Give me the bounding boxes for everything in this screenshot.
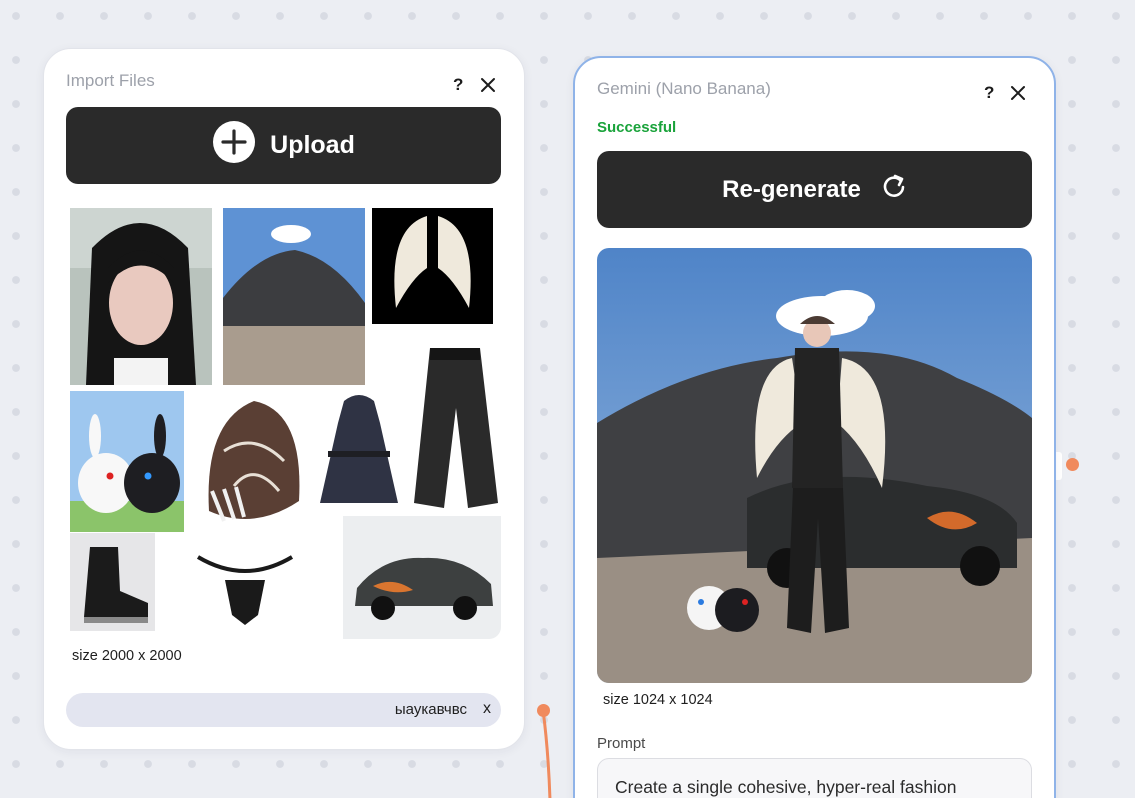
thumbnail-harness[interactable] xyxy=(190,545,300,630)
plus-icon xyxy=(212,120,256,171)
help-button[interactable]: ? xyxy=(984,83,994,103)
node-title: Import Files xyxy=(66,71,155,90)
prompt-textarea[interactable]: Create a single cohesive, hyper-real fas… xyxy=(597,758,1032,798)
tag-input[interactable]: ыаукавчвс x xyxy=(66,693,501,727)
thumbnail-car[interactable] xyxy=(343,516,501,639)
thumbnail-jacket[interactable] xyxy=(318,393,400,511)
upload-label: Upload xyxy=(270,131,355,159)
prompt-text: Create a single cohesive, hyper-real fas… xyxy=(615,777,957,797)
status-text: Successful xyxy=(597,119,677,136)
thumbnail-portrait[interactable] xyxy=(70,208,212,385)
thumbnail-boot[interactable] xyxy=(70,533,155,631)
result-size-label: size 1024 x 1024 xyxy=(603,692,713,708)
gemini-output-port[interactable] xyxy=(1066,458,1079,471)
tag-text: ыаукавчвс xyxy=(394,701,467,718)
regenerate-label: Re-generate xyxy=(722,175,861,203)
prompt-label: Prompt xyxy=(597,735,646,752)
thumbnail-cap[interactable] xyxy=(194,391,309,531)
import-output-port[interactable] xyxy=(537,704,550,717)
import-size-label: size 2000 x 2000 xyxy=(72,648,182,664)
thumbnail-wings[interactable] xyxy=(372,208,493,324)
node-title: Gemini (Nano Banana) xyxy=(597,79,771,98)
help-button[interactable]: ? xyxy=(453,75,463,95)
refresh-icon xyxy=(881,173,907,206)
thumbnail-mountain[interactable] xyxy=(223,208,365,385)
generated-image[interactable] xyxy=(597,248,1032,683)
thumbnail-pants[interactable] xyxy=(410,348,501,511)
close-icon[interactable] xyxy=(480,77,496,93)
regenerate-button[interactable]: Re-generate xyxy=(597,151,1032,228)
tag-remove-button[interactable]: x xyxy=(483,700,491,718)
thumbnail-rabbits[interactable] xyxy=(70,391,184,532)
upload-button[interactable]: Upload xyxy=(66,107,501,184)
close-icon[interactable] xyxy=(1010,85,1026,101)
